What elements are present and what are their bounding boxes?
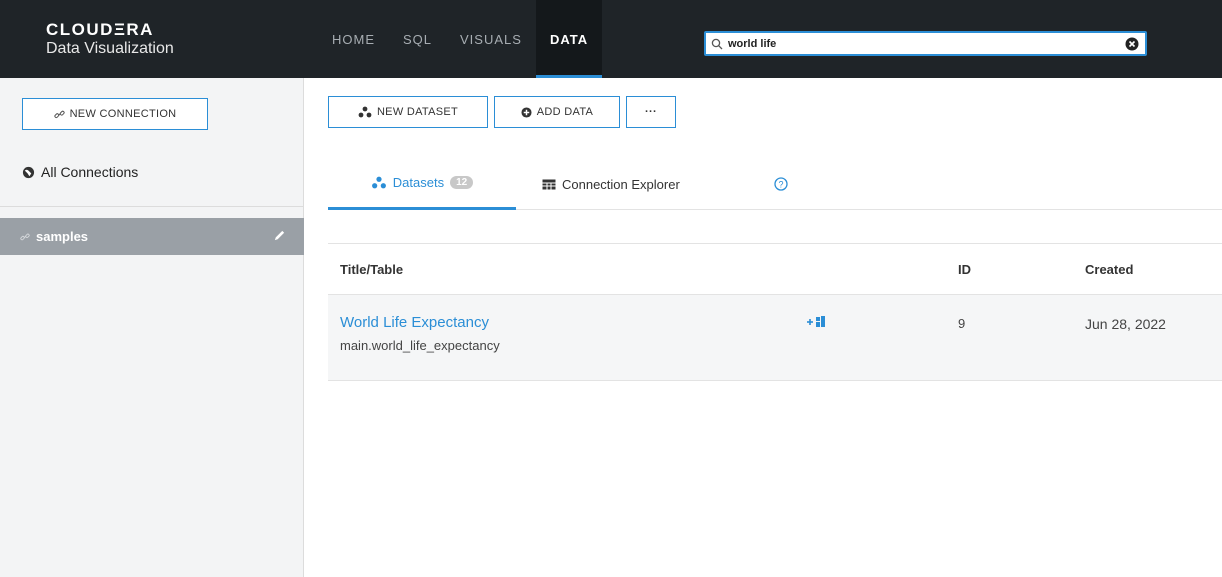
all-connections-link[interactable]: All Connections (22, 164, 138, 180)
table-header: Title/Table ID Created (328, 243, 1222, 295)
dataset-id: 9 (958, 316, 966, 331)
connections-sidebar: NEW CONNECTION All Connections samples (0, 78, 304, 577)
link-icon (20, 233, 30, 240)
add-data-button[interactable]: ADD DATA (494, 96, 620, 128)
globe-icon (22, 166, 35, 178)
nav-sql[interactable]: SQL (389, 0, 446, 78)
dataset-table-name: main.world_life_expectancy (340, 338, 500, 353)
nav-home[interactable]: HOME (318, 0, 389, 78)
tab-connection-explorer-label: Connection Explorer (562, 176, 680, 192)
sidebar-divider (0, 206, 304, 207)
nav-visuals[interactable]: VISUALS (446, 0, 536, 78)
help-icon[interactable]: ? (774, 158, 788, 210)
edit-connection-icon[interactable] (273, 229, 286, 245)
sidebar-item-samples[interactable]: samples (0, 218, 304, 255)
brand-name: CLOUDΞRA (46, 20, 154, 39)
more-options-button[interactable]: ··· (626, 96, 676, 128)
new-connection-label: NEW CONNECTION (69, 108, 177, 120)
main-content: NEW DATASET ADD DATA ··· Datasets 12 Con… (304, 78, 1222, 577)
search-icon (706, 38, 728, 50)
svg-text:?: ? (778, 179, 783, 189)
table-row[interactable]: World Life Expectancy main.world_life_ex… (328, 295, 1222, 381)
search-box (704, 31, 1147, 56)
dataset-tabs: Datasets 12 Connection Explorer ? (328, 158, 1222, 210)
search-input[interactable] (728, 37, 1108, 50)
clear-search-icon[interactable] (1125, 37, 1139, 56)
column-header-title[interactable]: Title/Table (340, 262, 403, 277)
dataset-icon (358, 106, 372, 118)
link-icon (53, 110, 65, 118)
dataset-title-link[interactable]: World Life Expectancy (340, 314, 489, 331)
dataset-count-badge: 12 (450, 176, 474, 189)
add-data-label: ADD DATA (536, 106, 594, 118)
dataset-created-date: Jun 28, 2022 (1085, 316, 1166, 332)
plus-circle-icon (521, 106, 532, 118)
main-nav: HOME SQL VISUALS DATA (318, 0, 603, 78)
tab-datasets-label: Datasets (392, 175, 445, 190)
top-navigation-bar: CLOUDΞRA Data Visualization HOME SQL VIS… (0, 0, 1222, 78)
datasets-table: Title/Table ID Created World Life Expect… (328, 243, 1222, 381)
all-connections-label: All Connections (41, 164, 139, 180)
brand-product: Data Visualization (46, 40, 174, 57)
table-icon (542, 179, 556, 189)
column-header-id[interactable]: ID (958, 262, 971, 277)
new-dataset-button[interactable]: NEW DATASET (328, 96, 488, 128)
new-dashboard-icon[interactable] (806, 315, 834, 328)
dataset-icon (371, 176, 386, 189)
new-dataset-label: NEW DATASET (376, 106, 459, 118)
nav-data[interactable]: DATA (535, 0, 603, 78)
more-icon: ··· (645, 106, 657, 118)
connection-label: samples (36, 229, 89, 244)
tab-datasets[interactable]: Datasets 12 (328, 158, 516, 210)
new-connection-button[interactable]: NEW CONNECTION (22, 98, 208, 130)
tab-connection-explorer[interactable]: Connection Explorer (542, 158, 680, 210)
brand-logo[interactable]: CLOUDΞRA Data Visualization (46, 20, 174, 59)
column-header-created[interactable]: Created (1085, 262, 1133, 277)
